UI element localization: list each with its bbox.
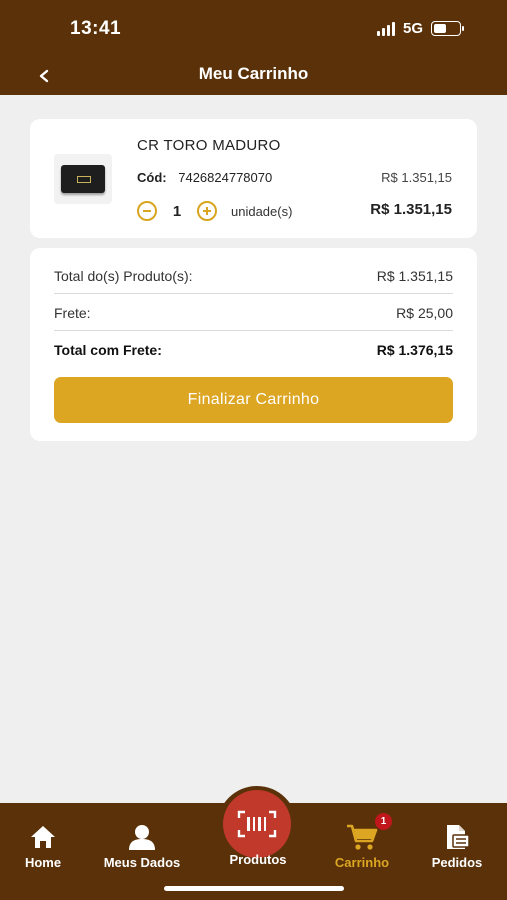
back-button[interactable] [34,64,54,88]
plus-icon [203,207,211,215]
tab-pedidos-label: Pedidos [431,855,483,870]
user-icon [129,825,155,850]
minus-icon [143,210,151,212]
product-code-row: Cód: 7426824778070 [137,170,272,185]
signal-icon [376,21,395,36]
unit-price: R$ 1.351,15 [381,170,452,185]
order-summary-card: Total do(s) Produto(s): R$ 1.351,15 Fret… [30,248,477,441]
shipping-value: R$ 25,00 [396,305,453,321]
products-total-value: R$ 1.351,15 [376,268,453,284]
chevron-left-icon [39,69,49,83]
product-code-label: Cód: [137,170,167,185]
status-time: 13:41 [70,18,122,39]
cart-count-badge: 1 [375,813,392,830]
grand-total-label: Total com Frete: [54,342,162,358]
status-indicators: 5G [376,20,464,37]
decrease-quantity-button[interactable] [137,201,157,221]
shipping-row: Frete: R$ 25,00 [54,305,453,321]
products-total-row: Total do(s) Produto(s): R$ 1.351,15 [54,268,453,284]
quantity-stepper: 1 unidade(s) [137,201,292,221]
home-indicator [164,886,344,891]
product-code: 7426824778070 [178,170,273,185]
orders-document-icon [447,825,470,849]
network-label: 5G [402,20,423,37]
barcode-scan-icon [237,810,277,838]
product-name: CR TORO MADURO [137,137,281,154]
tab-produtos-label[interactable]: Produtos [215,852,301,867]
top-bar: 13:41 5G Meu Carrinho [0,0,507,95]
cart-item-card: CR TORO MADURO Cód: 7426824778070 R$ 1.3… [30,119,477,238]
tab-meus-dados-label: Meus Dados [103,855,181,870]
finalize-cart-button[interactable]: Finalizar Carrinho [54,377,453,423]
shipping-label: Frete: [54,305,91,321]
tab-produtos[interactable] [223,790,291,858]
product-image[interactable] [54,154,112,204]
tab-home[interactable]: Home [18,823,68,870]
tab-carrinho[interactable]: Carrinho 1 [328,813,396,870]
cigar-box-image [61,165,105,193]
tab-carrinho-label: Carrinho [334,855,390,870]
increase-quantity-button[interactable] [197,201,217,221]
products-total-label: Total do(s) Produto(s): [54,268,193,284]
divider [54,330,453,331]
grand-total-value: R$ 1.376,15 [376,342,453,358]
quantity-value: 1 [172,202,182,220]
cart-icon [347,824,378,850]
divider [54,293,453,294]
line-total: R$ 1.351,15 [370,201,452,218]
page-title: Meu Carrinho [198,64,309,83]
home-icon [31,826,55,848]
tab-home-label: Home [24,855,62,870]
unit-label: unidade(s) [231,203,293,219]
grand-total-row: Total com Frete: R$ 1.376,15 [54,342,453,358]
battery-icon [431,21,464,36]
tab-pedidos[interactable]: Pedidos [426,823,488,870]
tab-meus-dados[interactable]: Meus Dados [96,823,188,870]
